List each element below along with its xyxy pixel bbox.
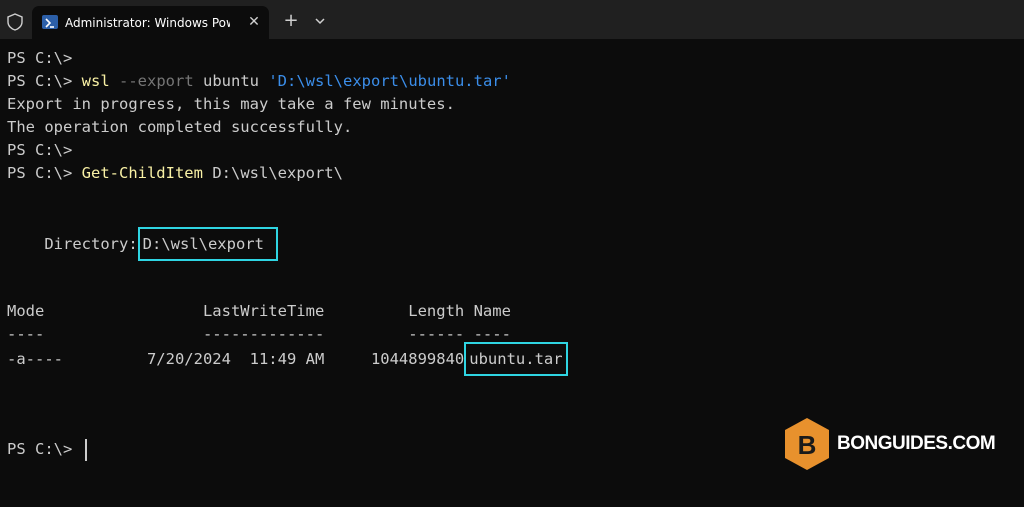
shield-icon xyxy=(7,13,23,31)
directory-label: Directory: xyxy=(7,235,138,253)
brand-name: BONGUIDES.COM xyxy=(837,433,996,454)
directory-path: D:\wsl\export xyxy=(142,235,264,253)
logo-letter: B xyxy=(798,430,817,460)
prompt: PS C:\> xyxy=(7,49,73,67)
command-parameter: --export xyxy=(119,72,194,90)
close-icon: ✕ xyxy=(248,14,260,30)
command-name: Get-ChildItem xyxy=(81,164,203,182)
chevron-down-icon[interactable] xyxy=(310,12,330,30)
terminal-line: PS C:\> wsl --export ubuntu 'D:\wsl\expo… xyxy=(7,70,1017,93)
command-argument: D:\wsl\export\ xyxy=(212,164,343,182)
prompt: PS C:\> xyxy=(7,72,82,90)
tab-powershell[interactable]: Administrator: Windows Powe ✕ xyxy=(32,6,269,39)
output-text: Export in progress, this may take a few … xyxy=(7,95,455,113)
prompt: PS C:\> xyxy=(7,164,82,182)
powershell-icon xyxy=(42,15,58,29)
terminal-line: The operation completed successfully. xyxy=(7,116,1017,139)
command-argument: ubuntu xyxy=(203,72,259,90)
terminal-line: Export in progress, this may take a few … xyxy=(7,93,1017,116)
output-text: The operation completed successfully. xyxy=(7,118,353,136)
file-name: ubuntu.tar xyxy=(469,350,563,368)
file-name-highlight: ubuntu.tar xyxy=(464,342,568,376)
title-bar: Administrator: Windows Powe ✕ + xyxy=(0,0,1024,39)
terminal-line: Directory: D:\wsl\export xyxy=(7,227,1017,261)
command-string: 'D:\wsl\export\ubuntu.tar' xyxy=(268,72,511,90)
tab-title: Administrator: Windows Powe xyxy=(65,16,230,30)
prompt: PS C:\> xyxy=(7,141,73,159)
table-header-text: Mode LastWriteTime Length Name xyxy=(7,302,511,320)
close-tab-button[interactable]: ✕ xyxy=(245,13,263,31)
brand-logo: B BONGUIDES.COM xyxy=(782,416,996,472)
command-name: wsl xyxy=(81,72,110,90)
directory-highlight: D:\wsl\export xyxy=(137,227,279,261)
plus-icon: + xyxy=(283,10,299,31)
table-header: Mode LastWriteTime Length Name xyxy=(7,300,1017,323)
terminal-output[interactable]: PS C:\> PS C:\> wsl --export ubuntu 'D:\… xyxy=(7,47,1017,461)
new-tab-button[interactable]: + xyxy=(281,11,301,31)
row-details: -a---- 7/20/2024 11:49 AM 1044899840 xyxy=(7,350,465,368)
text-cursor xyxy=(84,438,87,461)
terminal-line: PS C:\> Get-ChildItem D:\wsl\export\ xyxy=(7,162,1017,185)
table-underline-text: ---- ------------- ------ ---- xyxy=(7,325,511,343)
hexagon-logo-icon: B xyxy=(785,418,829,470)
terminal-line: PS C:\> xyxy=(7,47,1017,70)
prompt: PS C:\> xyxy=(7,440,73,458)
table-row: -a---- 7/20/2024 11:49 AM 1044899840 ubun… xyxy=(7,342,1017,376)
terminal-line: PS C:\> xyxy=(7,139,1017,162)
